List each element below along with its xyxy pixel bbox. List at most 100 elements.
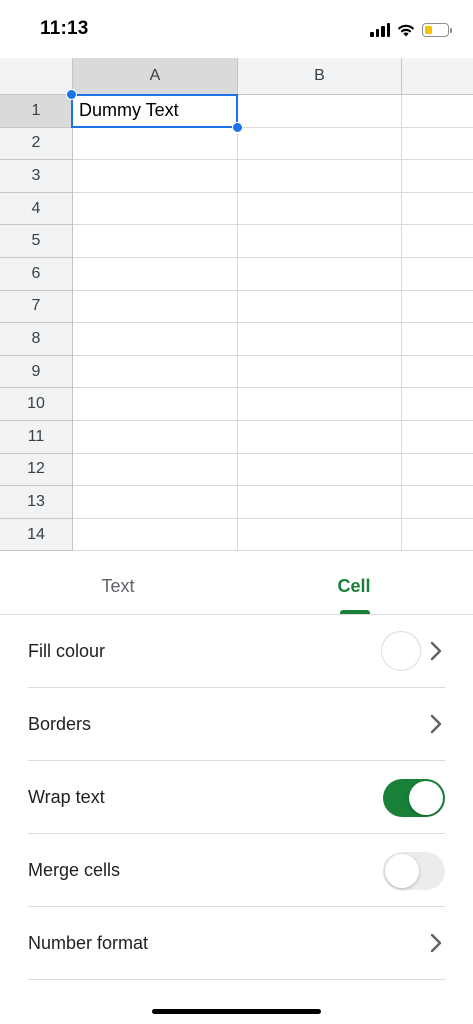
cell-a8[interactable] — [73, 323, 238, 356]
active-tab-indicator — [340, 610, 370, 614]
wrap-text-label: Wrap text — [28, 786, 105, 807]
fill-colour-swatch[interactable] — [381, 631, 421, 671]
cell-c12[interactable] — [402, 454, 473, 487]
select-all-corner[interactable] — [0, 58, 73, 95]
sheet-row: 7 — [0, 290, 473, 324]
cell-c7[interactable] — [402, 291, 473, 324]
cellular-signal-icon — [370, 23, 390, 37]
status-time: 11:13 — [40, 18, 89, 39]
cell-b5[interactable] — [238, 225, 402, 258]
sheet-row: 12 — [0, 453, 473, 487]
cell-c3[interactable] — [402, 160, 473, 193]
tab-text[interactable]: Text — [0, 557, 236, 615]
cell-b1[interactable] — [238, 95, 402, 128]
cell-c14[interactable] — [402, 519, 473, 552]
sheet-row: 3 — [0, 160, 473, 193]
cell-a4[interactable] — [73, 192, 238, 226]
home-indicator — [152, 1009, 321, 1014]
cell-b10[interactable] — [238, 388, 402, 421]
selection-handle-bottom-right[interactable] — [232, 122, 243, 133]
cell-c4[interactable] — [402, 193, 473, 226]
cell-c10[interactable] — [402, 388, 473, 421]
cell-c13[interactable] — [402, 486, 473, 519]
cell-a12[interactable] — [73, 453, 238, 487]
wrap-text-toggle[interactable] — [383, 779, 445, 817]
cell-c11[interactable] — [402, 421, 473, 454]
cell-c2[interactable] — [402, 128, 473, 161]
row-header-14[interactable]: 14 — [0, 518, 73, 552]
chevron-right-icon — [430, 641, 442, 661]
chevron-right-icon — [430, 933, 442, 953]
sheet-row: 4 — [0, 192, 473, 226]
cell-b13[interactable] — [238, 486, 402, 519]
cell-a3[interactable] — [73, 160, 238, 193]
cell-b4[interactable] — [238, 192, 402, 226]
cell-options-list: Fill colour Borders Wrap text Merge cell… — [0, 615, 473, 980]
sheet-rows: 1 Dummy Text 2 3 4 5 6 7 8 9 10 11 12 13 14 — [0, 95, 473, 552]
sheet-row: 10 — [0, 388, 473, 421]
cell-b14[interactable] — [238, 518, 402, 552]
cell-c9[interactable] — [402, 356, 473, 389]
status-bar: 11:13 — [0, 0, 473, 58]
cell-a14[interactable] — [73, 518, 238, 552]
cell-b11[interactable] — [238, 420, 402, 454]
row-header-3[interactable]: 3 — [0, 160, 73, 193]
row-header-10[interactable]: 10 — [0, 388, 73, 421]
fill-colour-label: Fill colour — [28, 640, 106, 661]
row-header-7[interactable]: 7 — [0, 290, 73, 324]
cell-a10[interactable] — [73, 388, 238, 421]
cell-c5[interactable] — [402, 225, 473, 258]
sheet-row: 8 — [0, 323, 473, 356]
row-header-9[interactable]: 9 — [0, 355, 73, 389]
row-header-5[interactable]: 5 — [0, 225, 73, 258]
cell-c8[interactable] — [402, 323, 473, 356]
cell-b6[interactable] — [238, 257, 402, 291]
number-format-row[interactable]: Number format — [28, 907, 445, 980]
row-header-1[interactable]: 1 — [0, 95, 73, 128]
tab-cell[interactable]: Cell — [236, 557, 472, 615]
row-header-12[interactable]: 12 — [0, 453, 73, 487]
cell-b12[interactable] — [238, 453, 402, 487]
column-header-b[interactable]: B — [238, 58, 402, 95]
cell-a7[interactable] — [73, 290, 238, 324]
number-format-label: Number format — [28, 932, 149, 953]
cell-a9[interactable] — [73, 355, 238, 389]
cell-c6[interactable] — [402, 258, 473, 291]
cell-b7[interactable] — [238, 290, 402, 324]
merge-cells-label: Merge cells — [28, 859, 121, 880]
row-header-6[interactable]: 6 — [0, 257, 73, 291]
sheet-row: 9 — [0, 355, 473, 389]
column-header-c[interactable] — [402, 58, 473, 95]
sheet-row: 6 — [0, 257, 473, 291]
format-tabs: Text Cell — [0, 557, 473, 615]
cell-c1[interactable] — [402, 95, 473, 128]
row-header-13[interactable]: 13 — [0, 486, 73, 519]
wifi-icon — [397, 24, 415, 37]
cell-a5[interactable] — [73, 225, 238, 258]
row-header-2[interactable]: 2 — [0, 127, 73, 161]
column-header-a[interactable]: A — [73, 58, 238, 95]
cell-b2[interactable] — [238, 127, 402, 161]
cell-b8[interactable] — [238, 323, 402, 356]
sheet-row: 14 — [0, 518, 473, 552]
row-header-4[interactable]: 4 — [0, 192, 73, 226]
borders-row[interactable]: Borders — [28, 688, 445, 761]
selection-handle-top-left[interactable] — [66, 89, 77, 100]
cell-a6[interactable] — [73, 257, 238, 291]
cell-a1[interactable]: Dummy Text — [73, 95, 238, 128]
sheet-row: 5 — [0, 225, 473, 258]
fill-colour-row[interactable]: Fill colour — [28, 615, 445, 688]
row-header-11[interactable]: 11 — [0, 420, 73, 454]
cell-a13[interactable] — [73, 486, 238, 519]
merge-cells-toggle[interactable] — [383, 852, 445, 890]
sheet-row: 11 — [0, 420, 473, 454]
cell-a11[interactable] — [73, 420, 238, 454]
spreadsheet-grid[interactable]: A B 1 Dummy Text 2 3 4 5 6 7 8 9 10 11 12 13 14 — [0, 58, 473, 555]
battery-icon — [422, 23, 452, 37]
cell-a2[interactable] — [73, 127, 238, 161]
wrap-text-row: Wrap text — [28, 761, 445, 834]
merge-cells-row: Merge cells — [28, 834, 445, 907]
cell-b3[interactable] — [238, 160, 402, 193]
row-header-8[interactable]: 8 — [0, 323, 73, 356]
cell-b9[interactable] — [238, 355, 402, 389]
